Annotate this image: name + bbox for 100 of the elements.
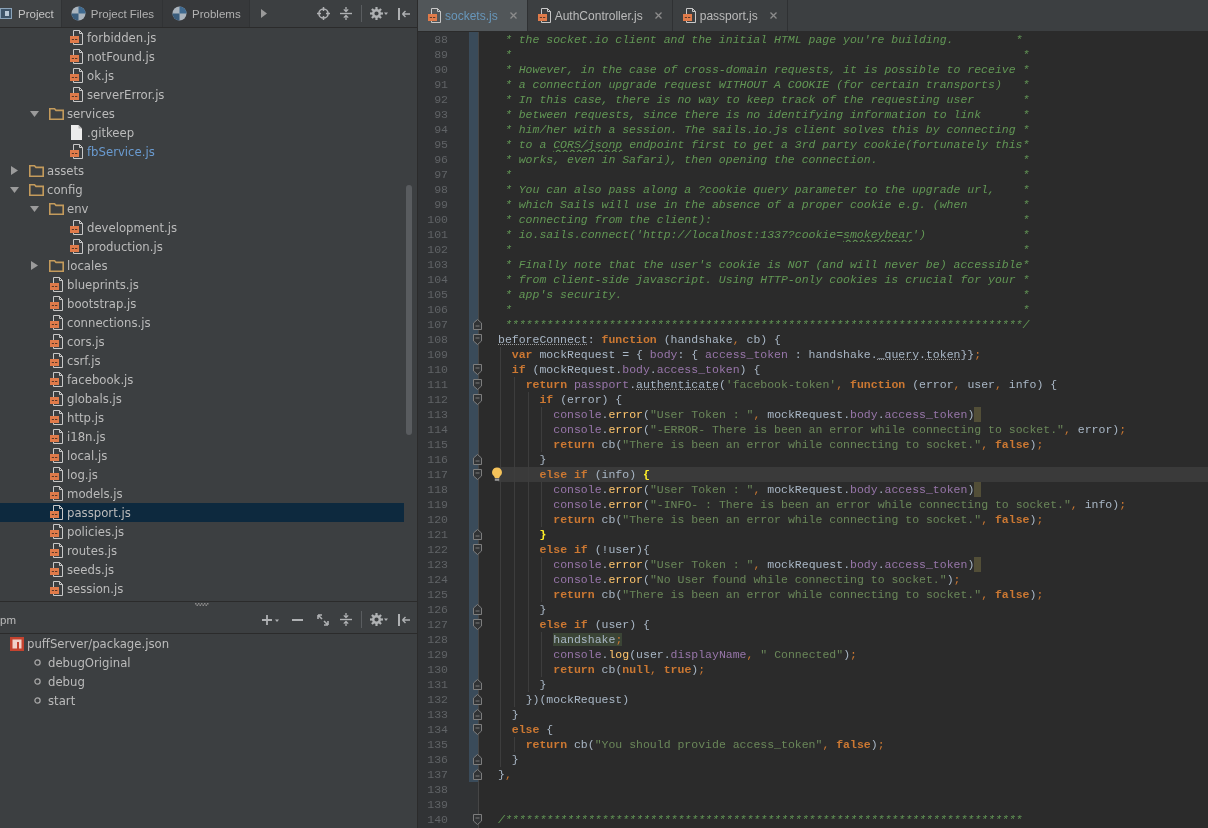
fold-marker-icon[interactable] <box>473 814 482 825</box>
tree-item[interactable]: .gitkeep <box>0 123 404 142</box>
code-line: if (mockRequest.body.access_token) { <box>498 362 761 377</box>
caret-down-icon[interactable] <box>30 110 39 117</box>
tree-item[interactable]: env <box>0 199 404 218</box>
view-tab[interactable]: Project Files <box>61 0 164 27</box>
file-icon <box>50 543 63 558</box>
fold-marker-icon[interactable] <box>473 544 482 555</box>
fold-marker-icon[interactable] <box>473 334 482 345</box>
tree-item[interactable]: services <box>0 104 404 123</box>
code-line: else if (user) { <box>498 617 650 632</box>
tree-item[interactable]: i18n.js <box>0 427 404 446</box>
tree-item[interactable]: seeds.js <box>0 560 404 579</box>
file-icon <box>50 296 63 311</box>
tree-item[interactable]: fbService.js <box>0 142 404 161</box>
ring-icon <box>34 697 41 704</box>
tree-item[interactable]: notFound.js <box>0 47 404 66</box>
tree-item[interactable]: bootstrap.js <box>0 294 404 313</box>
settings-icon[interactable] <box>370 613 388 626</box>
lightbulb-icon[interactable] <box>491 467 503 481</box>
tree-item[interactable]: models.js <box>0 484 404 503</box>
diagonal-arrows-icon[interactable] <box>317 613 329 626</box>
fold-marker-icon[interactable] <box>473 394 482 405</box>
tree-item[interactable]: start <box>0 691 417 710</box>
fold-marker-icon[interactable] <box>473 469 482 480</box>
tree-item[interactable]: ok.js <box>0 66 404 85</box>
grip-icon[interactable] <box>194 602 209 606</box>
fold-marker-icon[interactable] <box>473 679 482 690</box>
fold-marker-icon[interactable] <box>473 619 482 630</box>
close-icon[interactable] <box>509 12 517 19</box>
settings-icon[interactable] <box>370 7 388 20</box>
caret-right-icon[interactable] <box>31 261 38 270</box>
tree-item[interactable]: forbidden.js <box>0 28 404 47</box>
file-icon <box>50 315 63 330</box>
file-icon <box>71 125 82 140</box>
tree-item[interactable]: globals.js <box>0 389 404 408</box>
tree-item[interactable]: passport.js <box>0 503 404 522</box>
fold-marker-icon[interactable] <box>473 769 482 780</box>
fold-marker-icon[interactable] <box>473 379 482 390</box>
fold-marker-icon[interactable] <box>473 319 482 330</box>
fold-marker-icon[interactable] <box>473 604 482 615</box>
fold-marker-icon[interactable] <box>473 364 482 375</box>
close-icon[interactable] <box>654 12 662 19</box>
tree-item[interactable]: debug <box>0 672 417 691</box>
tree-item[interactable]: connections.js <box>0 313 404 332</box>
tree-item[interactable]: development.js <box>0 218 404 237</box>
fold-marker-icon[interactable] <box>473 529 482 540</box>
tree-item[interactable]: csrf.js <box>0 351 404 370</box>
code-line: } <box>498 602 547 617</box>
fold-marker-icon[interactable] <box>473 709 482 720</box>
tree-item[interactable]: routes.js <box>0 541 404 560</box>
tree-item[interactable]: log.js <box>0 465 404 484</box>
code-line: console.error("User Token : ", mockRequest.body.access_token) <box>498 407 975 422</box>
file-icon <box>50 410 63 425</box>
tree-item[interactable]: locales <box>0 256 404 275</box>
tree-item[interactable]: serverError.js <box>0 85 404 104</box>
code-line: return cb("There is been an error while connecting to socket.", false); <box>498 587 1044 602</box>
code-line: * to a CORS/jsonp endpoint first to get a 3rd party cookie(fortunately this* <box>503 137 1030 152</box>
tree-item[interactable]: local.js <box>0 446 404 465</box>
fold-marker-icon[interactable] <box>473 754 482 765</box>
tree-item[interactable]: facebook.js <box>0 370 404 389</box>
fold-marker-icon[interactable] <box>473 724 482 735</box>
tree-item[interactable]: assets <box>0 161 404 180</box>
code-line: console.error("No User found while connecting to socket."); <box>498 572 961 587</box>
tree-item[interactable]: http.js <box>0 408 404 427</box>
close-icon[interactable] <box>769 12 777 19</box>
view-tab[interactable]: Problems <box>163 0 250 27</box>
arrow-right-icon[interactable] <box>260 9 267 18</box>
add-icon[interactable] <box>262 613 280 626</box>
collapse-all-icon[interactable] <box>340 613 352 626</box>
scrollbar-thumb[interactable] <box>406 185 412 435</box>
code-line: * connecting from the client): * <box>503 212 1030 227</box>
folder-icon <box>29 183 44 196</box>
tree-item[interactable]: puffServer/package.json <box>0 634 417 653</box>
tree-item[interactable]: config <box>0 180 404 199</box>
view-tab[interactable]: Project <box>0 0 62 27</box>
tree-item[interactable]: cors.js <box>0 332 404 351</box>
fold-marker-icon[interactable] <box>473 454 482 465</box>
tree-item[interactable]: debugOriginal <box>0 653 417 672</box>
tree-item[interactable]: production.js <box>0 237 404 256</box>
code-line: * However, in the case of cross-domain requests, it is possible to receive * <box>503 62 1030 77</box>
folder-icon <box>29 164 44 177</box>
pie-chart-icon <box>70 6 86 21</box>
tree-item[interactable]: session.js <box>0 579 404 598</box>
tree-item[interactable]: blueprints.js <box>0 275 404 294</box>
code-line: console.error("-ERROR- There is been an error while connecting to socket.", error); <box>498 422 1127 437</box>
caret-down-icon[interactable] <box>10 186 19 193</box>
tree-item[interactable]: policies.js <box>0 522 404 541</box>
caret-right-icon[interactable] <box>11 166 18 175</box>
minus-icon[interactable] <box>292 618 303 621</box>
caret-down-icon[interactable] <box>30 205 39 212</box>
crosshair-icon[interactable] <box>317 7 330 20</box>
file-icon <box>428 8 441 23</box>
code-line: * the socket.io client and the initial HTML page you're building. * <box>503 32 1023 47</box>
fold-marker-icon[interactable] <box>473 694 482 705</box>
hide-panel-icon[interactable] <box>398 613 410 626</box>
collapse-all-icon[interactable] <box>340 7 352 20</box>
code-line: return passport.authenticate('facebook-token', function (error, user, info) { <box>498 377 1058 392</box>
code-line: return cb("There is been an error while connecting to socket.", false); <box>498 512 1044 527</box>
hide-panel-icon[interactable] <box>398 7 410 20</box>
